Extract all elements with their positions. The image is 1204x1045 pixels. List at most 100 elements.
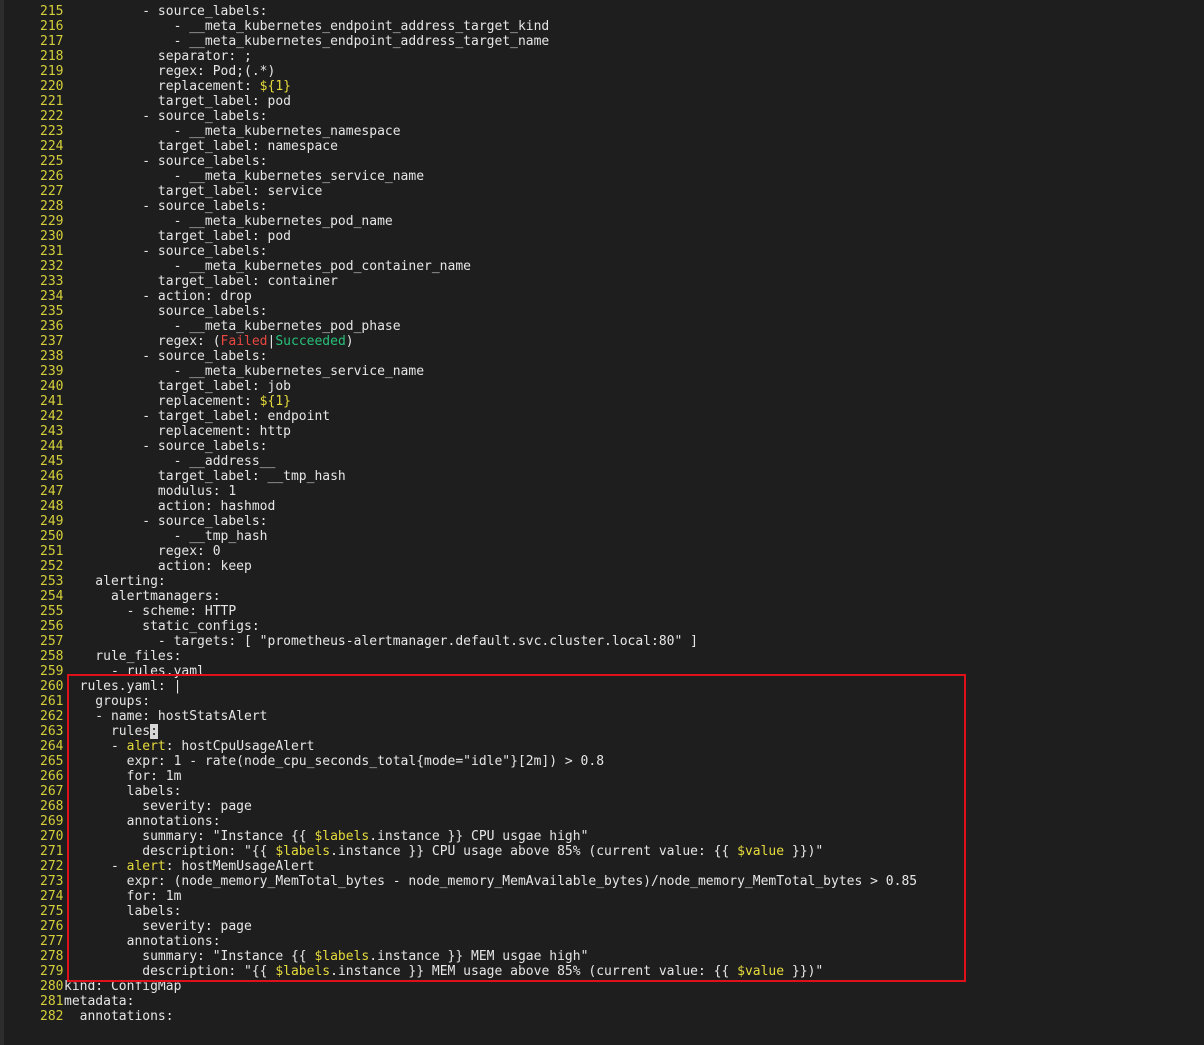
code-line[interactable]: 224 target_label: namespace	[0, 139, 1204, 154]
code-line[interactable]: 232 - __meta_kubernetes_pod_container_na…	[0, 259, 1204, 274]
code-line[interactable]: 282 annotations:	[0, 1009, 1204, 1024]
code-line[interactable]: 261 groups:	[0, 694, 1204, 709]
code-line[interactable]: 250 - __tmp_hash	[0, 529, 1204, 544]
code-token: regex: (	[64, 334, 221, 349]
code-line[interactable]: 241 replacement: ${1}	[0, 394, 1204, 409]
code-line[interactable]: 257 - targets: [ "prometheus-alertmanage…	[0, 634, 1204, 649]
code-token: expr: (node_memory_MemTotal_bytes - node…	[64, 874, 918, 889]
code-line[interactable]: 265 expr: 1 - rate(node_cpu_seconds_tota…	[0, 754, 1204, 769]
code-line[interactable]: 237 regex: (Failed|Succeeded)	[0, 334, 1204, 349]
code-line[interactable]: 263 rules:	[0, 724, 1204, 739]
code-line[interactable]: 219 regex: Pod;(.*)	[0, 64, 1204, 79]
code-line[interactable]: 222 - source_labels:	[0, 109, 1204, 124]
code-line[interactable]: 264 - alert: hostCpuUsageAlert	[0, 739, 1204, 754]
text-editor[interactable]: 215 - source_labels: 216 - __meta_kuberne…	[0, 0, 1204, 1045]
code-token: .instance }} CPU usgae high"	[369, 829, 589, 844]
line-number: 245	[40, 454, 64, 469]
code-token: for: 1m	[64, 769, 182, 784]
code-line[interactable]: 273 expr: (node_memory_MemTotal_bytes - …	[0, 874, 1204, 889]
code-line[interactable]: 217 - __meta_kubernetes_endpoint_address…	[0, 34, 1204, 49]
code-line[interactable]: 238 - source_labels:	[0, 349, 1204, 364]
code-line[interactable]: 267 labels:	[0, 784, 1204, 799]
line-number: 244	[40, 439, 64, 454]
code-line[interactable]: 228 - source_labels:	[0, 199, 1204, 214]
code-line[interactable]: 254 alertmanagers:	[0, 589, 1204, 604]
code-line[interactable]: 255 - scheme: HTTP	[0, 604, 1204, 619]
code-token: summary: "Instance {{	[64, 829, 315, 844]
code-line[interactable]: 276 severity: page	[0, 919, 1204, 934]
code-line[interactable]: 227 target_label: service	[0, 184, 1204, 199]
code-line[interactable]: 242 - target_label: endpoint	[0, 409, 1204, 424]
code-line[interactable]: 246 target_label: __tmp_hash	[0, 469, 1204, 484]
code-line[interactable]: 230 target_label: pod	[0, 229, 1204, 244]
line-number: 250	[40, 529, 64, 544]
code-line[interactable]: 262 - name: hostStatsAlert	[0, 709, 1204, 724]
code-line[interactable]: 231 - source_labels:	[0, 244, 1204, 259]
code-line[interactable]: 251 regex: 0	[0, 544, 1204, 559]
code-line[interactable]: 218 separator: ;	[0, 49, 1204, 64]
code-line[interactable]: 270 summary: "Instance {{ $labels.instan…	[0, 829, 1204, 844]
line-number: 265	[40, 754, 64, 769]
code-token: description: "{{	[64, 964, 276, 979]
code-line[interactable]: 274 for: 1m	[0, 889, 1204, 904]
code-line[interactable]: 239 - __meta_kubernetes_service_name	[0, 364, 1204, 379]
code-line[interactable]: 221 target_label: pod	[0, 94, 1204, 109]
code-token: action: keep	[64, 559, 252, 574]
code-line[interactable]: 258 rule_files:	[0, 649, 1204, 664]
code-line[interactable]: 278 summary: "Instance {{ $labels.instan…	[0, 949, 1204, 964]
code-line[interactable]: 277 annotations:	[0, 934, 1204, 949]
code-line[interactable]: 272 - alert: hostMemUsageAlert	[0, 859, 1204, 874]
code-line[interactable]: 236 - __meta_kubernetes_pod_phase	[0, 319, 1204, 334]
code-line[interactable]: 216 - __meta_kubernetes_endpoint_address…	[0, 19, 1204, 34]
code-line[interactable]: 271 description: "{{ $labels.instance }}…	[0, 844, 1204, 859]
code-line[interactable]: 244 - source_labels:	[0, 439, 1204, 454]
code-line[interactable]: 280kind: ConfigMap	[0, 979, 1204, 994]
code-line[interactable]: 226 - __meta_kubernetes_service_name	[0, 169, 1204, 184]
line-number: 271	[40, 844, 64, 859]
code-line[interactable]: 269 annotations:	[0, 814, 1204, 829]
code-token: - action: drop	[64, 289, 252, 304]
code-line[interactable]: 240 target_label: job	[0, 379, 1204, 394]
code-token: .instance }} CPU usage above 85% (curren…	[330, 844, 738, 859]
code-line[interactable]: 249 - source_labels:	[0, 514, 1204, 529]
code-token: target_label: namespace	[64, 139, 338, 154]
code-line[interactable]: 225 - source_labels:	[0, 154, 1204, 169]
code-line[interactable]: 215 - source_labels:	[0, 4, 1204, 19]
code-token: .instance }} MEM usgae high"	[369, 949, 589, 964]
code-line[interactable]: 243 replacement: http	[0, 424, 1204, 439]
code-token: - __meta_kubernetes_namespace	[64, 124, 401, 139]
code-token: - source_labels:	[64, 514, 268, 529]
code-token: replacement: http	[64, 424, 291, 439]
code-line[interactable]: 266 for: 1m	[0, 769, 1204, 784]
code-token: replacement:	[64, 394, 260, 409]
code-line[interactable]: 234 - action: drop	[0, 289, 1204, 304]
line-number: 229	[40, 214, 64, 229]
code-line[interactable]: 275 labels:	[0, 904, 1204, 919]
code-line[interactable]: 268 severity: page	[0, 799, 1204, 814]
code-line[interactable]: 245 - __address__	[0, 454, 1204, 469]
code-line[interactable]: 233 target_label: container	[0, 274, 1204, 289]
code-line[interactable]: 256 static_configs:	[0, 619, 1204, 634]
code-line[interactable]: 247 modulus: 1	[0, 484, 1204, 499]
code-token: rule_files:	[64, 649, 182, 664]
code-line[interactable]: 279 description: "{{ $labels.instance }}…	[0, 964, 1204, 979]
code-line[interactable]: 259 - rules.yaml	[0, 664, 1204, 679]
code-token: metadata:	[64, 994, 135, 1009]
code-line[interactable]: 260 rules.yaml: |	[0, 679, 1204, 694]
code-line[interactable]: 281metadata:	[0, 994, 1204, 1009]
code-line[interactable]: 248 action: hashmod	[0, 499, 1204, 514]
code-line[interactable]: 252 action: keep	[0, 559, 1204, 574]
code-token: separator: ;	[64, 49, 252, 64]
line-number: 253	[40, 574, 64, 589]
line-number: 249	[40, 514, 64, 529]
code-token: - targets: [ "prometheus-alertmanager.de…	[64, 634, 698, 649]
code-area[interactable]: 215 - source_labels: 216 - __meta_kuberne…	[0, 4, 1204, 1024]
code-line[interactable]: 223 - __meta_kubernetes_namespace	[0, 124, 1204, 139]
code-line[interactable]: 220 replacement: ${1}	[0, 79, 1204, 94]
code-token: - rules.yaml	[64, 664, 205, 679]
code-line[interactable]: 253 alerting:	[0, 574, 1204, 589]
code-token: $labels	[314, 949, 370, 964]
code-line[interactable]: 235 source_labels:	[0, 304, 1204, 319]
code-token: annotations:	[64, 814, 221, 829]
code-line[interactable]: 229 - __meta_kubernetes_pod_name	[0, 214, 1204, 229]
